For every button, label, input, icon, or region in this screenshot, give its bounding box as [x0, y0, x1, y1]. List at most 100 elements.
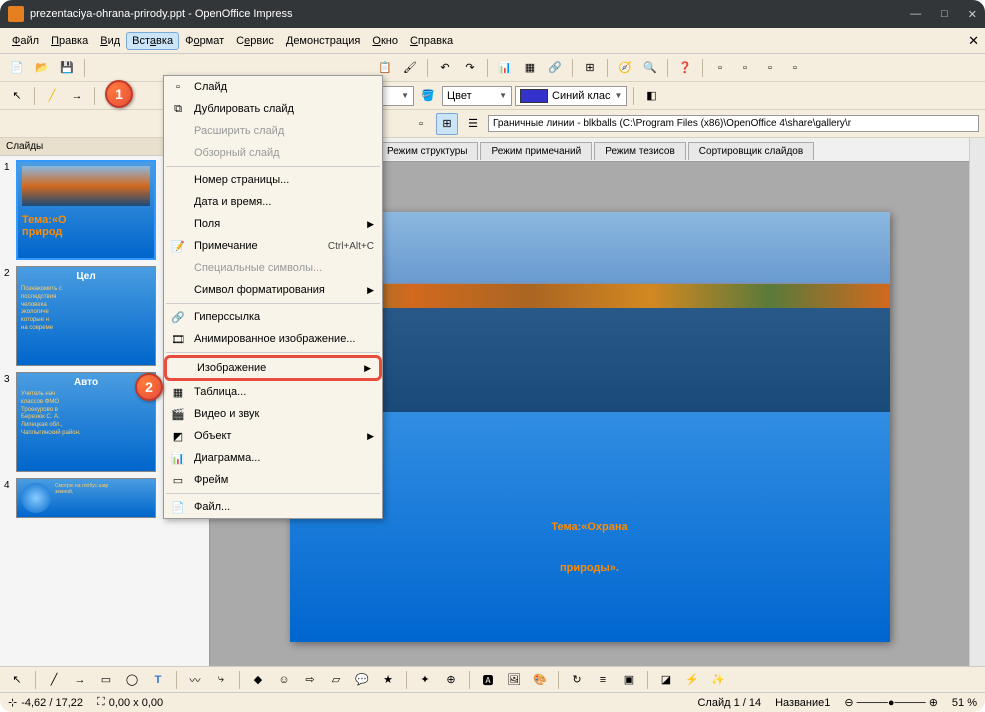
zoom-button[interactable]: 🔍	[639, 57, 661, 79]
fill-color-dropdown[interactable]: Синий клас▼	[515, 86, 627, 106]
menu-edit[interactable]: Правка	[45, 32, 94, 50]
mi-date-time[interactable]: Дата и время...	[164, 191, 382, 213]
line-style-button[interactable]: ╱	[41, 85, 63, 107]
select-tool[interactable]: ↖	[6, 669, 28, 691]
window-title: prezentaciya-ohrana-prirody.ppt - OpenOf…	[30, 8, 293, 20]
menu-tools[interactable]: Сервис	[230, 32, 280, 50]
grid-button[interactable]: ⊞	[579, 57, 601, 79]
rect-tool[interactable]: ▭	[95, 669, 117, 691]
fill-bucket-icon[interactable]: 🪣	[417, 85, 439, 107]
text-tool[interactable]: T	[147, 669, 169, 691]
close-button[interactable]: ✕	[968, 8, 977, 21]
gallery-view2-button[interactable]: ☰	[462, 113, 484, 135]
mi-object[interactable]: ◩Объект▶	[164, 425, 382, 447]
menu-view[interactable]: Вид	[94, 32, 126, 50]
tab-sorter[interactable]: Сортировщик слайдов	[688, 142, 814, 160]
extrusion-tool[interactable]: ◪	[655, 669, 677, 691]
zoom-value[interactable]: 51 %	[952, 697, 977, 709]
arrows-tool[interactable]: ⇨	[299, 669, 321, 691]
menu-file[interactable]: Файл	[6, 32, 45, 50]
mi-page-number[interactable]: Номер страницы...	[164, 169, 382, 191]
mi-hyperlink[interactable]: 🔗Гиперссылка	[164, 306, 382, 328]
menubar: Файл Правка Вид Вставка Формат Сервис Де…	[0, 28, 985, 54]
window-controls: — □ ✕	[910, 8, 977, 21]
undo-button[interactable]: ↶	[434, 57, 456, 79]
connector-tool[interactable]: ⤷	[210, 669, 232, 691]
gallery-bar: ▫ ⊞ ☰ Граничные линии - blkballs (C:\Pro…	[0, 110, 985, 138]
mi-format-mark[interactable]: Символ форматирования▶	[164, 279, 382, 301]
menu-insert[interactable]: Вставка	[126, 32, 179, 50]
workspace: Слайды 1 Тема:«Оприрод 2 ЦелПознакомить …	[0, 138, 985, 692]
gallery-new-button[interactable]: ▫	[410, 113, 432, 135]
arrow-tool[interactable]: ↖	[6, 85, 28, 107]
shadow-button[interactable]: ◧	[640, 85, 662, 107]
ellipse-tool[interactable]: ◯	[121, 669, 143, 691]
open-button[interactable]: 📂	[31, 57, 53, 79]
status-coord: ⊹ -4,62 / 17,22	[8, 696, 83, 709]
redo-button[interactable]: ↷	[459, 57, 481, 79]
mi-special-char: Специальные символы...	[164, 257, 382, 279]
star-tool[interactable]: ★	[377, 669, 399, 691]
from-file-tool[interactable]: 🖼	[503, 669, 525, 691]
mi-chart[interactable]: 📊Диаграмма...	[164, 447, 382, 469]
mi-expand-slide: Расширить слайд	[164, 120, 382, 142]
chart-button[interactable]: 📊	[494, 57, 516, 79]
gallery-path: Граничные линии - blkballs (C:\Program F…	[488, 115, 979, 132]
gallery-view1-button[interactable]: ⊞	[436, 113, 458, 135]
new-button[interactable]: 📄	[6, 57, 28, 79]
arrow-ends-button[interactable]: →	[66, 85, 88, 107]
mi-frame[interactable]: ▭Фрейм	[164, 469, 382, 491]
arrow-tool2[interactable]: →	[69, 669, 91, 691]
mi-fields[interactable]: Поля▶	[164, 213, 382, 235]
mi-animated[interactable]: 🎞Анимированное изображение...	[164, 328, 382, 350]
format-brush-icon[interactable]: 🖌	[399, 57, 421, 79]
tab-outline[interactable]: Режим структуры	[376, 142, 478, 160]
maximize-button[interactable]: □	[941, 8, 948, 21]
fill-mode-dropdown[interactable]: Цвет▼	[442, 86, 512, 106]
help-button[interactable]: ❓	[674, 57, 696, 79]
sb4-button[interactable]: ▫	[784, 57, 806, 79]
vertical-scrollbar[interactable]	[969, 138, 985, 692]
minimize-button[interactable]: —	[910, 8, 921, 21]
save-button[interactable]: 💾	[56, 57, 78, 79]
tab-handout[interactable]: Режим тезисов	[594, 142, 686, 160]
sb3-button[interactable]: ▫	[759, 57, 781, 79]
points-tool[interactable]: ✦	[414, 669, 436, 691]
sb2-button[interactable]: ▫	[734, 57, 756, 79]
mi-slide[interactable]: ▫Слайд	[164, 76, 382, 98]
callout-tool[interactable]: 💬	[351, 669, 373, 691]
arrange-tool[interactable]: ▣	[618, 669, 640, 691]
rotate-tool[interactable]: ↻	[566, 669, 588, 691]
tab-notes[interactable]: Режим примечаний	[480, 142, 592, 160]
menu-format[interactable]: Формат	[179, 32, 230, 50]
app-icon	[8, 6, 24, 22]
mi-image[interactable]: Изображение▶	[164, 355, 382, 381]
navigator-button[interactable]: 🧭	[614, 57, 636, 79]
menu-slideshow[interactable]: Демонстрация	[280, 32, 367, 50]
mi-file[interactable]: 📄Файл...	[164, 496, 382, 518]
menu-help[interactable]: Справка	[404, 32, 459, 50]
toolbar-drawing: ↖ ╱ → ▭ ◯ T 〰 ⤷ ◆ ☺ ⇨ ▱ 💬 ★ ✦ ⊕ 🅰 🖼 🎨 ↻ …	[0, 666, 985, 692]
zoom-slider[interactable]: ⊖ ────●──── ⊕	[844, 696, 938, 709]
symbol-tool[interactable]: ☺	[273, 669, 295, 691]
glue-tool[interactable]: ⊕	[440, 669, 462, 691]
mi-comment[interactable]: 📝ПримечаниеCtrl+Alt+C	[164, 235, 382, 257]
line-tool[interactable]: ╱	[43, 669, 65, 691]
flowchart-tool[interactable]: ▱	[325, 669, 347, 691]
titlebar: prezentaciya-ohrana-prirody.ppt - OpenOf…	[0, 0, 985, 28]
hyperlink-button[interactable]: 🔗	[544, 57, 566, 79]
sb1-button[interactable]: ▫	[709, 57, 731, 79]
table-button[interactable]: ▦	[519, 57, 541, 79]
gallery-tool[interactable]: 🎨	[529, 669, 551, 691]
shapes-tool[interactable]: ◆	[247, 669, 269, 691]
interaction-tool[interactable]: ⚡	[681, 669, 703, 691]
doc-close-button[interactable]: ✕	[968, 33, 979, 49]
curve-tool[interactable]: 〰	[184, 669, 206, 691]
mi-table[interactable]: ▦Таблица...	[164, 381, 382, 403]
menu-window[interactable]: Окно	[366, 32, 404, 50]
align-tool[interactable]: ≡	[592, 669, 614, 691]
fontwork-tool[interactable]: 🅰	[477, 669, 499, 691]
mi-dup-slide[interactable]: ⧉Дублировать слайд	[164, 98, 382, 120]
mi-video[interactable]: 🎬Видео и звук	[164, 403, 382, 425]
animation-tool[interactable]: ✨	[707, 669, 729, 691]
